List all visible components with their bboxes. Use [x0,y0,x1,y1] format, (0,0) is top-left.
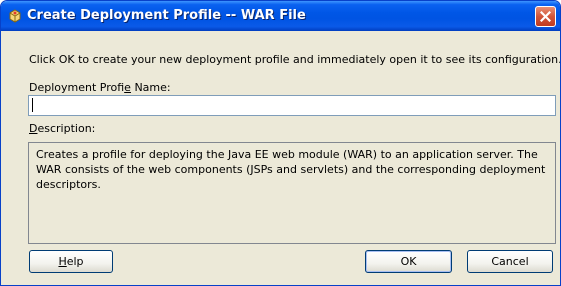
help-button[interactable]: Help [29,250,113,273]
ok-button[interactable]: OK [365,250,452,273]
dialog-window: Create Deployment Profile -- WAR File Cl… [0,0,561,286]
instruction-text: Click OK to create your new deployment p… [29,53,561,66]
profile-name-label-mnemonic: e [124,81,131,94]
description-label-rest: escription: [37,122,96,135]
title-bar[interactable]: Create Deployment Profile -- WAR File [1,1,560,31]
text-caret [32,98,33,112]
deployment-profile-icon [7,9,23,25]
description-label: Description: [29,122,95,135]
description-text: Creates a profile for deploying the Java… [28,142,556,244]
profile-name-input[interactable] [28,95,556,116]
dialog-content: Click OK to create your new deployment p… [4,31,560,284]
profile-name-label-suffix: Name: [130,81,171,94]
cancel-button[interactable]: Cancel [467,250,553,273]
help-button-label: elp [66,255,84,268]
close-button[interactable] [535,6,556,27]
profile-name-label-prefix: Deployment Profi [29,81,125,94]
help-button-mnemonic: H [58,255,67,268]
window-title: Create Deployment Profile -- WAR File [27,8,306,23]
profile-name-label: Deployment Profie Name: [29,81,171,94]
